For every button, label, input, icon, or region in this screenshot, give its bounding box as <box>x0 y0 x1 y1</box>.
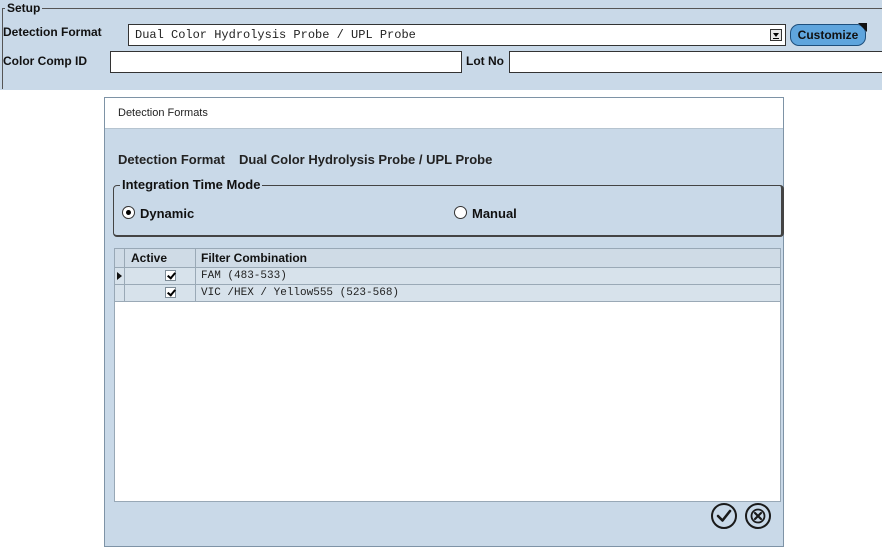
dialog-title: Detection Formats <box>118 107 208 119</box>
radio-dynamic-label: Dynamic <box>140 206 195 221</box>
table-row[interactable]: VIC /HEX / Yellow555 (523-568) <box>115 285 780 302</box>
detection-format-label: Detection Format <box>3 25 102 39</box>
setup-legend: Setup <box>5 1 43 15</box>
lot-no-input[interactable] <box>509 51 882 73</box>
check-circle-icon <box>716 509 732 522</box>
setup-group: Setup <box>2 1 882 89</box>
radio-manual[interactable]: Manual <box>454 206 517 222</box>
x-circle-icon <box>750 508 766 524</box>
column-divider <box>195 285 196 301</box>
color-comp-id-label: Color Comp ID <box>3 54 87 68</box>
setup-panel: Setup Detection Format Dual Color Hydrol… <box>0 0 882 90</box>
filter-combination-cell: FAM (483-533) <box>201 270 287 282</box>
filter-combination-grid[interactable]: Active Filter Combination FAM (483-533) … <box>114 248 781 502</box>
customize-button[interactable]: Customize <box>790 23 867 46</box>
current-row-arrow-icon <box>115 268 125 284</box>
dialog-detection-format-value: Dual Color Hydrolysis Probe / UPL Probe <box>239 152 493 167</box>
dialog-titlebar[interactable]: Detection Formats <box>105 98 783 129</box>
detection-formats-dialog: Detection Formats Detection Format Dual … <box>104 97 784 547</box>
lot-no-label: Lot No <box>466 54 504 68</box>
column-divider <box>124 249 125 267</box>
column-header-active[interactable]: Active <box>131 249 167 267</box>
color-comp-id-input[interactable] <box>110 51 462 73</box>
grid-header: Active Filter Combination <box>115 249 780 268</box>
cancel-button[interactable] <box>745 503 771 529</box>
detection-format-select[interactable]: Dual Color Hydrolysis Probe / UPL Probe <box>128 24 786 46</box>
radio-unselected-icon <box>454 206 467 219</box>
radio-manual-label: Manual <box>472 206 517 221</box>
active-checkbox[interactable] <box>165 270 176 281</box>
radio-dynamic[interactable]: Dynamic <box>122 206 194 222</box>
table-row[interactable]: FAM (483-533) <box>115 268 780 285</box>
row-indicator <box>115 285 125 301</box>
dialog-detection-format-label: Detection Format <box>118 152 225 167</box>
ok-button[interactable] <box>711 503 737 529</box>
column-divider <box>195 249 196 267</box>
column-divider <box>195 268 196 284</box>
dropdown-arrow-icon[interactable] <box>770 29 782 41</box>
radio-selected-icon <box>122 206 135 219</box>
integration-time-mode-group: Integration Time Mode Dynamic Manual <box>113 177 784 237</box>
active-checkbox[interactable] <box>165 287 176 298</box>
filter-combination-cell: VIC /HEX / Yellow555 (523-568) <box>201 287 400 299</box>
integration-time-mode-legend: Integration Time Mode <box>120 177 263 193</box>
column-header-filter-combination[interactable]: Filter Combination <box>201 249 307 267</box>
detection-format-value: Dual Color Hydrolysis Probe / UPL Probe <box>135 28 416 42</box>
